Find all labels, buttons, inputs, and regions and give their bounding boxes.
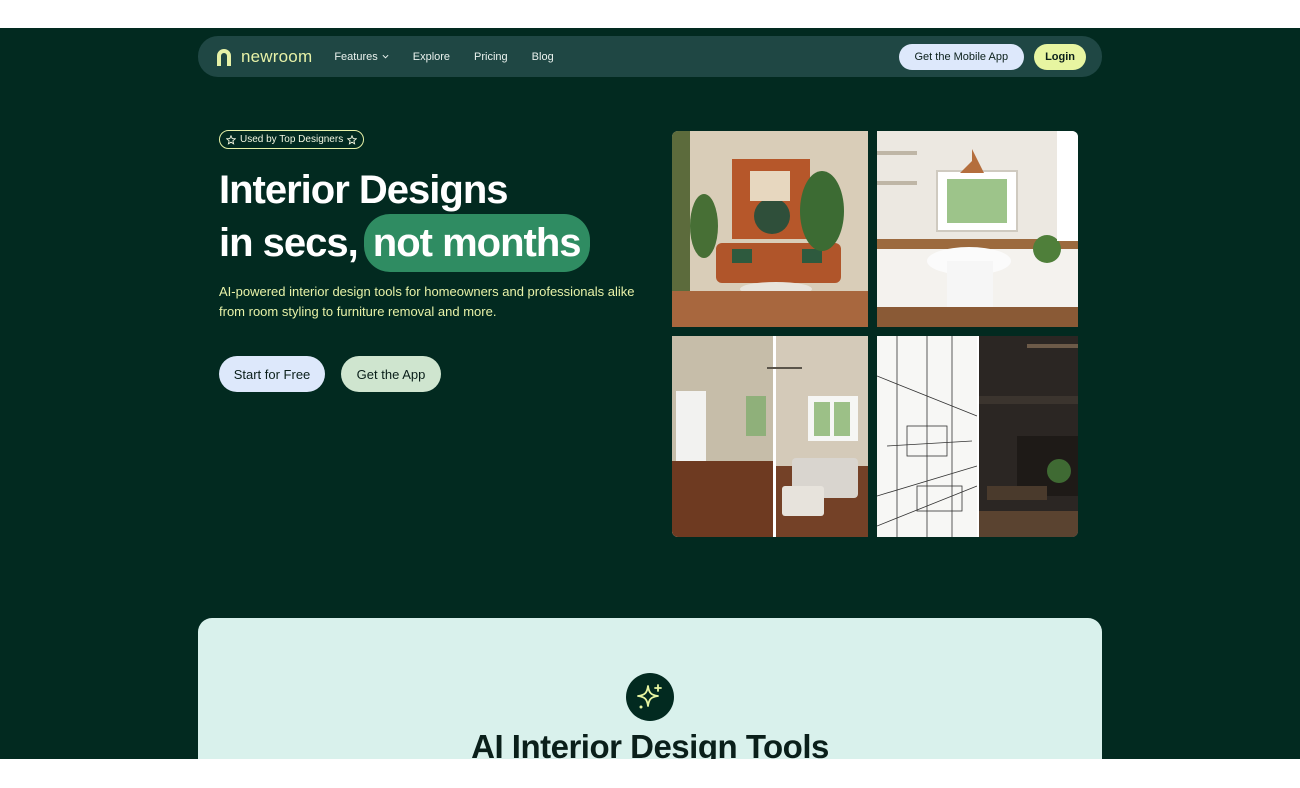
star-icon [226,134,236,145]
nav-actions: Get the Mobile App Login [898,43,1086,70]
headline-line-1: Interior Designs [219,168,509,212]
sparkle-icon [637,684,662,709]
get-mobile-app-button[interactable]: Get the Mobile App [898,43,1025,70]
top-nav: newroom Features Explore Pricing Blog Ge… [198,36,1102,77]
nav-link-explore[interactable]: Explore [413,51,450,63]
hero-headline: Interior Designs in secs, not months [219,166,590,272]
tools-title: AI Interior Design Tools [471,728,829,759]
nav-link-pricing[interactable]: Pricing [474,51,508,63]
tools-section: AI Interior Design Tools [198,618,1102,759]
get-the-app-button[interactable]: Get the App [341,356,441,392]
headline-highlight: not months [363,214,590,272]
logo-icon [217,48,231,66]
start-for-free-button[interactable]: Start for Free [219,356,325,392]
used-by-badge: Used by Top Designers [219,130,365,149]
nav-link-features-label: Features [334,50,378,63]
login-button[interactable]: Login [1034,43,1086,70]
hero-subtitle: AI-powered interior design tools for hom… [219,284,635,319]
star-icon [347,134,358,145]
badge-text: Used by Top Designers [240,134,344,145]
nav-link-blog[interactable]: Blog [532,51,554,63]
logo-text: newroom [241,46,313,66]
bottom-margin [0,759,1300,788]
headline-prefix: in secs, [219,221,359,265]
sketch-vs-render-image [877,336,1078,537]
nav-links: Features Explore Pricing Blog [334,51,553,63]
page: newroom Features Explore Pricing Blog Ge… [0,28,1300,759]
chevron-down-icon [382,54,389,59]
sparkle-badge [626,673,674,721]
kitchen-image [877,131,1078,327]
headline-line-2: in secs, not months [219,214,590,272]
living-room-image [672,131,868,327]
nav-link-features[interactable]: Features [334,50,389,63]
logo[interactable]: newroom [214,47,312,67]
empty-vs-furnished-room-image [672,336,868,537]
